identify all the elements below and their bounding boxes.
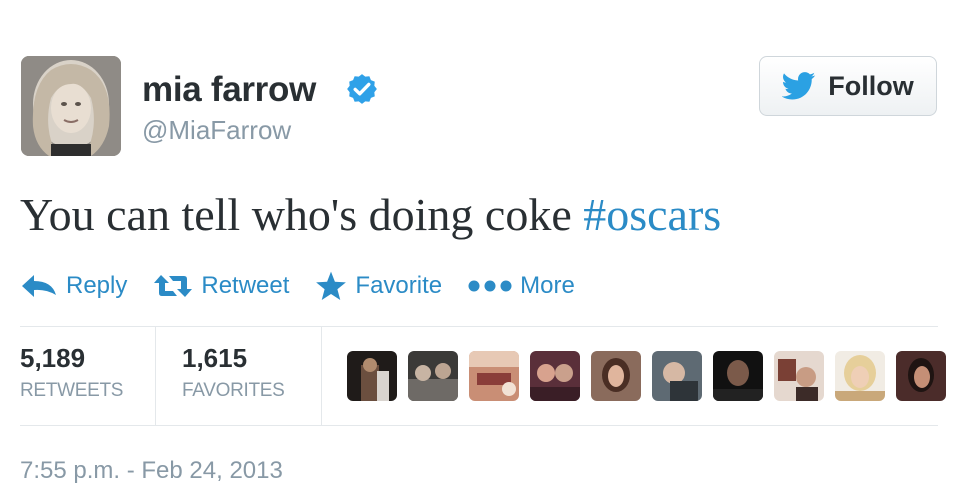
hashtag-link[interactable]: #oscars <box>583 189 721 240</box>
favoriter-avatar[interactable] <box>591 351 641 401</box>
reply-button[interactable]: Reply <box>20 272 127 300</box>
follow-label: Follow <box>828 70 914 101</box>
stat-separator <box>321 327 322 425</box>
favoriter-avatar[interactable] <box>408 351 458 401</box>
favoriter-avatar[interactable] <box>530 351 580 401</box>
tweet-actions: Reply Retweet Favorite More <box>20 268 601 304</box>
favorites-label: FAVORITES <box>182 380 285 401</box>
retweets-stat[interactable]: 5,189 RETWEETS <box>20 343 123 402</box>
favoriters-avatars <box>347 351 946 401</box>
retweets-label: RETWEETS <box>20 380 124 401</box>
more-label: More <box>520 272 575 299</box>
tweet-timestamp[interactable]: 7:55 p.m. - Feb 24, 2013 <box>20 457 283 485</box>
retweet-icon <box>154 275 193 297</box>
divider <box>20 326 938 327</box>
user-handle[interactable]: @MiaFarrow <box>142 115 291 146</box>
avatar[interactable] <box>21 56 121 156</box>
favorite-button[interactable]: Favorite <box>315 271 442 301</box>
favoriter-avatar[interactable] <box>835 351 885 401</box>
verified-badge-icon <box>347 74 377 104</box>
favoriter-avatar[interactable] <box>652 351 702 401</box>
tweet-text: You can tell who's doing coke #oscars <box>20 188 721 241</box>
display-name[interactable]: mia farrow <box>142 70 316 110</box>
tweet-body: You can tell who's doing coke <box>20 189 584 240</box>
more-dots-icon <box>468 280 512 292</box>
reply-label: Reply <box>66 272 128 299</box>
more-button[interactable]: More <box>468 272 575 300</box>
divider <box>20 425 938 426</box>
favoriter-avatar[interactable] <box>347 351 397 401</box>
favoriter-avatar[interactable] <box>469 351 519 401</box>
stat-separator <box>155 327 156 425</box>
twitter-bird-icon <box>782 72 816 100</box>
favoriter-avatar[interactable] <box>896 351 946 401</box>
follow-button[interactable]: Follow <box>759 56 937 116</box>
star-icon <box>316 271 347 300</box>
favorites-count: 1,615 <box>182 343 248 373</box>
retweet-button[interactable]: Retweet <box>153 272 289 300</box>
retweets-count: 5,189 <box>20 343 86 373</box>
retweet-label: Retweet <box>201 272 290 299</box>
favorites-stat[interactable]: 1,615 FAVORITES <box>182 343 285 402</box>
favoriter-avatar[interactable] <box>774 351 824 401</box>
favorite-label: Favorite <box>355 272 443 299</box>
reply-arrow-icon <box>22 275 56 297</box>
favoriter-avatar[interactable] <box>713 351 763 401</box>
